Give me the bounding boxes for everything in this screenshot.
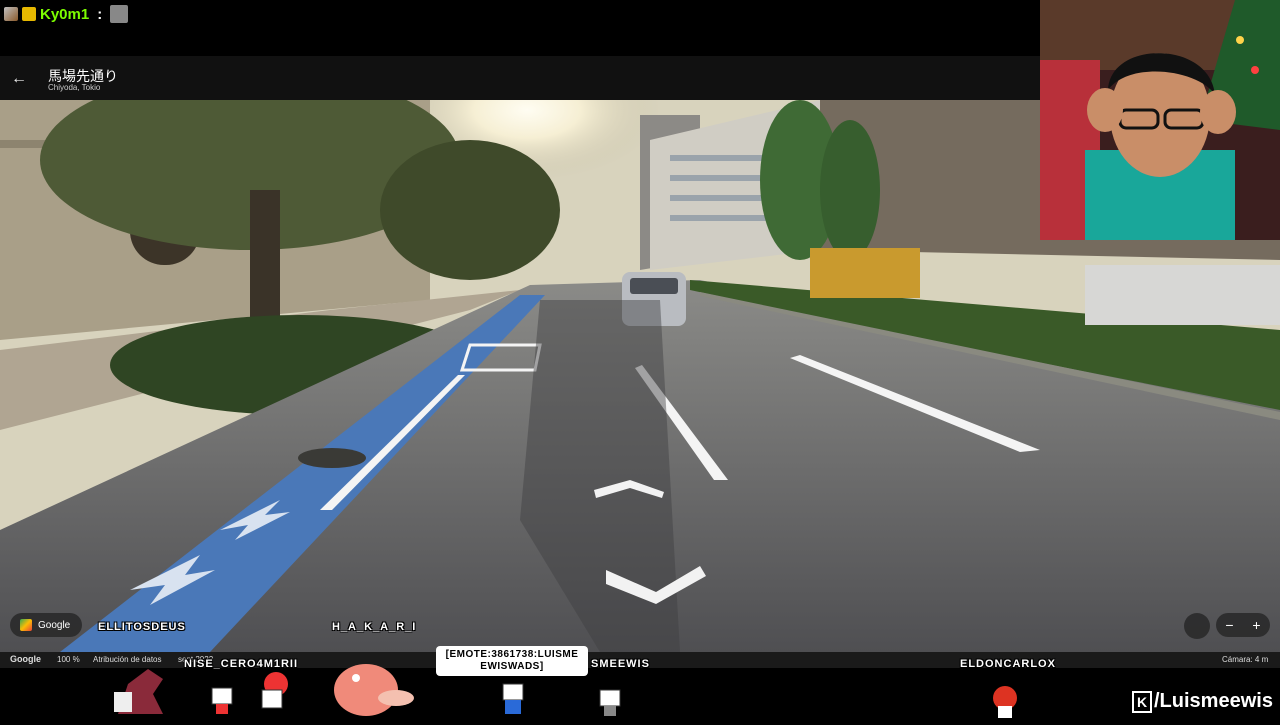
chat-message: Ky0m1 : bbox=[4, 4, 129, 24]
zoom-in-button[interactable]: + bbox=[1252, 617, 1260, 633]
emote-tooltip: [EMOTE:3861738:LUISME EWISWADS] bbox=[436, 646, 588, 676]
avatar-sprite-icon bbox=[210, 686, 234, 716]
webcam-feed bbox=[1040, 0, 1280, 240]
chatter-name: ELDONCARLOX bbox=[960, 658, 1056, 670]
google-maps-badge[interactable]: Google bbox=[10, 613, 82, 637]
street-location: Chiyoda, Tokio bbox=[48, 83, 101, 92]
chat-bar bbox=[0, 0, 1040, 50]
avatar-sprite-icon bbox=[256, 670, 290, 718]
chat-username[interactable]: Ky0m1 bbox=[40, 6, 89, 23]
data-attribution-link[interactable]: Atribución de datos bbox=[93, 655, 162, 664]
chat-colon: : bbox=[97, 5, 103, 23]
chatter-name: NISE_CERO4M1RII bbox=[184, 658, 299, 670]
pokemon-sprite-icon bbox=[326, 654, 416, 718]
pegman-icon[interactable] bbox=[1184, 613, 1210, 639]
google-badge-label: Google bbox=[38, 619, 71, 631]
google-logo: Google bbox=[10, 654, 41, 664]
zoom-control: − + bbox=[1216, 613, 1270, 637]
zoom-level: 100 % bbox=[57, 655, 80, 664]
dragon-sprite-icon bbox=[108, 664, 168, 720]
chatter-name: H_A_K_A_R_I bbox=[332, 621, 417, 633]
camera-height: Cámara: 4 m bbox=[1222, 655, 1269, 664]
chatter-name: ELLITOSDEUS bbox=[98, 621, 186, 633]
avatar-sprite-icon bbox=[598, 688, 622, 718]
arrow-back-icon[interactable]: ← bbox=[10, 70, 28, 88]
chatter-name: SMEEWIS bbox=[591, 658, 650, 670]
cat-emote-icon bbox=[110, 5, 129, 23]
knuckles-sprite-icon bbox=[988, 684, 1022, 720]
google-maps-icon bbox=[20, 619, 32, 631]
kick-brand: K /Luismeewis bbox=[1132, 690, 1273, 713]
crown-badge-icon bbox=[22, 7, 36, 21]
brand-handle: /Luismeewis bbox=[1154, 690, 1273, 712]
streetview-header bbox=[0, 56, 1040, 100]
zoom-out-button[interactable]: − bbox=[1225, 617, 1233, 633]
avatar-sprite-icon bbox=[500, 682, 526, 718]
sword-badge-icon bbox=[4, 7, 18, 21]
kick-logo-icon: K bbox=[1132, 690, 1152, 713]
